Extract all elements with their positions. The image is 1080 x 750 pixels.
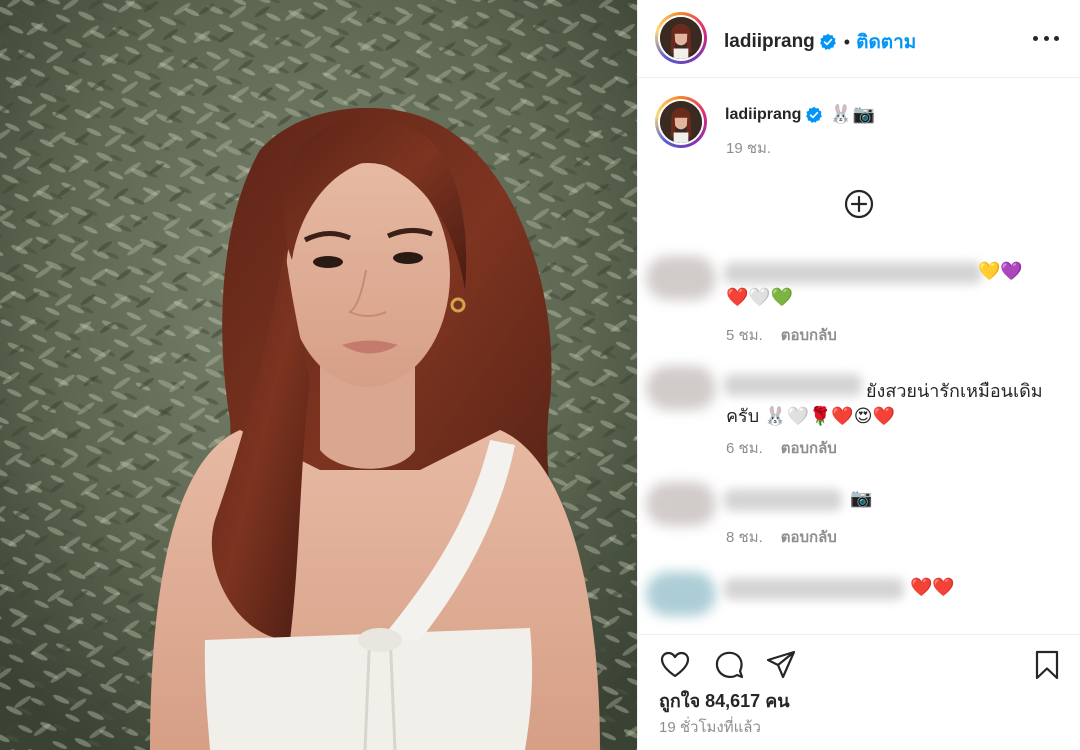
comment-time: 5 ชม. xyxy=(726,327,763,344)
header-username[interactable]: ladiiprang xyxy=(724,31,815,53)
comment-meta: 5 ชม. ตอบกลับ xyxy=(726,323,837,347)
comments-list: 💛💜 ❤️🤍💚 5 ชม. ตอบกลับ ยังสวยน่ารักเหมือน… xyxy=(638,238,1080,634)
comment-text: ❤️🤍💚 xyxy=(726,287,794,307)
post-header: ladiiprang • ติดตาม xyxy=(638,0,1080,78)
share-icon[interactable] xyxy=(765,649,797,681)
portrait-image xyxy=(0,0,637,750)
comment-time: 8 ชม. xyxy=(726,529,763,546)
verified-badge-icon xyxy=(819,33,836,50)
more-options-icon[interactable] xyxy=(1033,26,1059,50)
likes-count[interactable]: ถูกใจ 84,617 คน xyxy=(659,686,790,715)
reply-button[interactable]: ตอบกลับ xyxy=(781,436,837,460)
posted-time: 19 ชั่วโมงที่แล้ว xyxy=(659,719,761,736)
post-side-panel: ladiiprang • ติดตาม ladiiprang 🐰📷 19 ชม. xyxy=(637,0,1080,750)
post-photo xyxy=(0,0,637,750)
heart-icon[interactable] xyxy=(659,649,691,681)
verified-badge-icon xyxy=(806,106,823,123)
header-user: ladiiprang • ติดตาม xyxy=(724,27,916,57)
comment-avatar-blurred xyxy=(646,482,716,526)
comment-username-blurred xyxy=(724,578,904,600)
follow-button[interactable]: ติดตาม xyxy=(856,27,916,57)
plus-circle-icon[interactable] xyxy=(843,188,875,220)
comment-avatar-blurred xyxy=(646,256,716,300)
comment-meta: 8 ชม. ตอบกลับ xyxy=(726,525,837,549)
reply-button[interactable]: ตอบกลับ xyxy=(781,323,837,347)
caption-username[interactable]: ladiiprang xyxy=(725,106,801,124)
comment-time: 6 ชม. xyxy=(726,440,763,457)
comment-text: ครับ 🐰🤍🌹❤️😍❤️ xyxy=(726,406,895,426)
caption-line: ladiiprang 🐰📷 xyxy=(725,104,876,125)
reply-button[interactable]: ตอบกลับ xyxy=(781,525,837,549)
comment-username-blurred xyxy=(724,489,842,511)
comment-text: ❤️❤️ xyxy=(910,577,955,597)
comment-avatar-blurred xyxy=(646,572,716,616)
comment-icon[interactable] xyxy=(713,649,745,681)
caption-text: 🐰📷 xyxy=(829,104,877,124)
avatar[interactable] xyxy=(655,12,707,64)
comment-text: 📷 xyxy=(850,488,873,508)
caption-avatar[interactable] xyxy=(655,96,707,148)
comment-meta: 6 ชม. ตอบกลับ xyxy=(726,436,837,460)
comment-text: 💛💜 xyxy=(978,261,1023,281)
caption-time: 19 ชม. xyxy=(726,140,772,157)
bookmark-icon[interactable] xyxy=(1031,649,1063,681)
comment-username-blurred xyxy=(724,374,862,396)
separator-dot: • xyxy=(843,31,851,52)
comment-username-blurred xyxy=(724,262,982,284)
comment-avatar-blurred xyxy=(646,366,716,410)
